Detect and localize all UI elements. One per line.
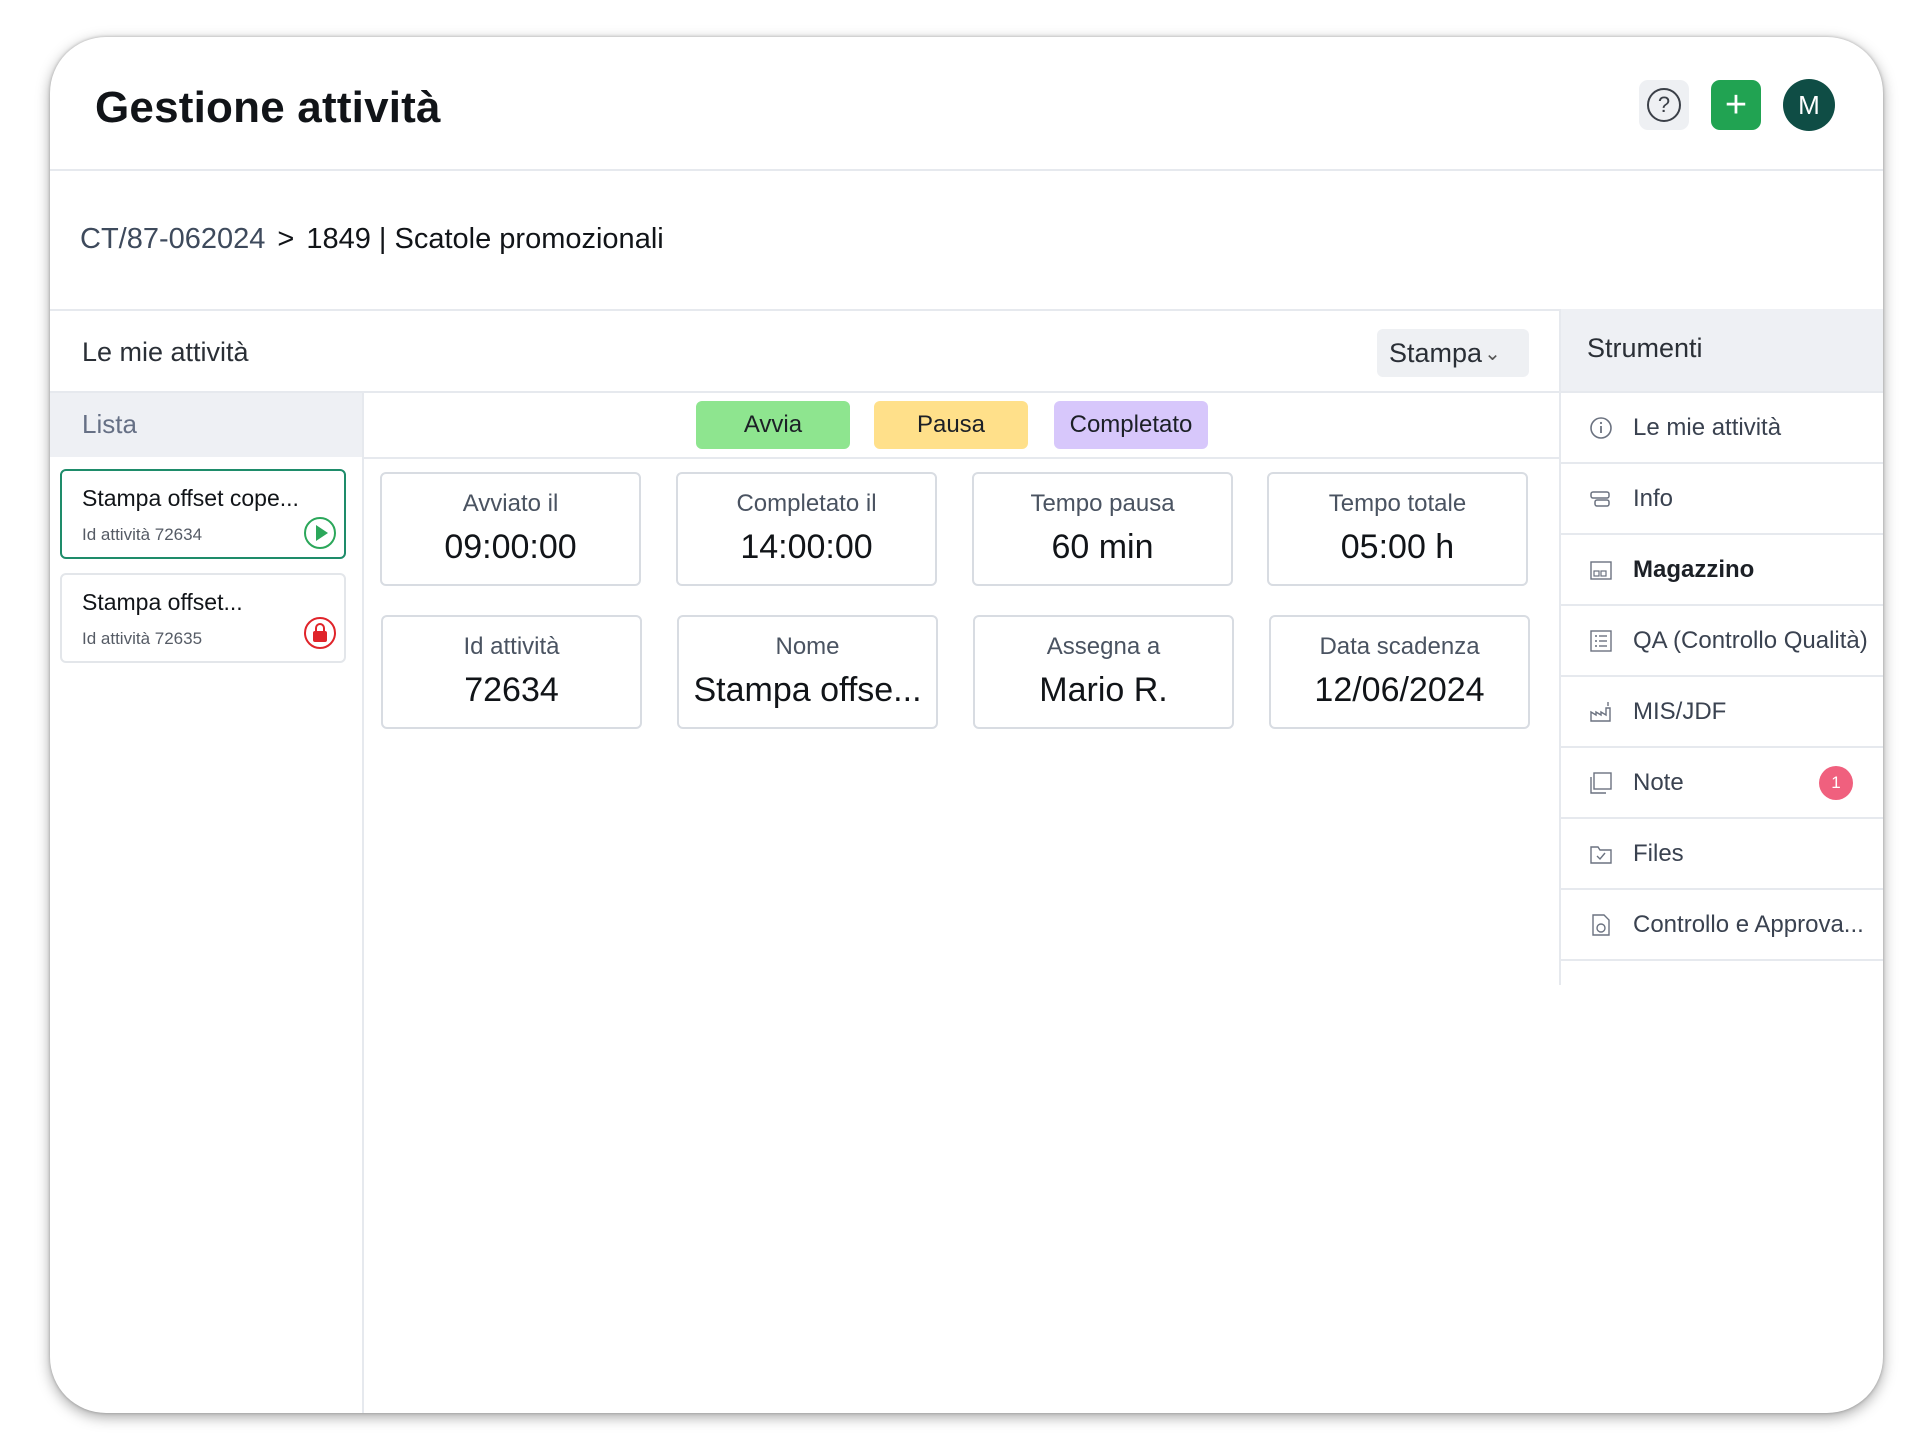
- tools-title: Strumenti: [1561, 309, 1883, 393]
- info-circle-icon: [1589, 416, 1613, 440]
- app-window: Gestione attività ? + M CT/87-062024 > 1…: [50, 37, 1883, 1413]
- task-list: Lista Stampa offset cope... Id attività …: [50, 393, 364, 1413]
- breadcrumb-separator: >: [277, 223, 295, 255]
- stat-value: 12/06/2024: [1314, 671, 1485, 709]
- stat-card-started: Avviato il 09:00:00: [380, 472, 641, 586]
- notes-count-badge: 1: [1819, 765, 1853, 800]
- stat-label: Id attività: [463, 633, 560, 660]
- stat-label: Completato il: [736, 490, 877, 517]
- breadcrumb: CT/87-062024 > 1849 | Scatole promoziona…: [80, 223, 664, 256]
- phase-select-value: Stampa: [1389, 337, 1483, 368]
- tool-label: Info: [1633, 484, 1674, 512]
- task-name: Stampa offset...: [82, 589, 243, 615]
- stat-card-due-date: Data scadenza 12/06/2024: [1269, 615, 1530, 729]
- task-item[interactable]: Stampa offset... Id attività 72635: [60, 573, 346, 663]
- stat-value: 09:00:00: [444, 528, 577, 566]
- avatar[interactable]: M: [1783, 79, 1835, 131]
- stat-label: Tempo totale: [1328, 490, 1467, 517]
- tool-my-tasks[interactable]: Le mie attività: [1561, 393, 1883, 464]
- note-icon: [1589, 771, 1613, 795]
- warehouse-icon: [1589, 558, 1613, 582]
- breadcrumb-current: 1849 | Scatole promozionali: [306, 223, 664, 255]
- app-title: Gestione attività: [95, 83, 441, 132]
- stat-card-assignee: Assegna a Mario R.: [973, 615, 1234, 729]
- tool-warehouse[interactable]: Magazzino: [1561, 535, 1883, 606]
- stat-card-completed: Completato il 14:00:00: [676, 472, 937, 586]
- checklist-icon: [1589, 629, 1613, 653]
- tool-label: MIS/JDF: [1633, 697, 1727, 725]
- help-icon: ?: [1647, 88, 1681, 122]
- info-icon: [1589, 487, 1613, 511]
- task-id: Id attività 72635: [82, 629, 203, 648]
- tool-info[interactable]: Info: [1561, 464, 1883, 535]
- stat-card-pause-time: Tempo pausa 60 min: [972, 472, 1233, 586]
- approval-icon: [1589, 913, 1613, 937]
- factory-icon: [1589, 700, 1613, 724]
- stat-label: Nome: [775, 633, 840, 660]
- tools-panel: Strumenti Le mie attività Info Magazzino…: [1559, 309, 1883, 985]
- tool-files[interactable]: Files: [1561, 819, 1883, 890]
- breadcrumb-parent[interactable]: CT/87-062024: [80, 223, 265, 256]
- start-button[interactable]: Avvia: [696, 401, 850, 449]
- list-header: Lista: [50, 393, 362, 457]
- add-button[interactable]: +: [1711, 80, 1761, 130]
- stat-value: Stampa offse...: [693, 671, 922, 709]
- tool-approval[interactable]: Controllo e Approva...: [1561, 890, 1883, 961]
- stat-card-task-id: Id attività 72634: [381, 615, 642, 729]
- status-bar: Avvia Pausa Completato: [364, 393, 1559, 459]
- stat-label: Tempo pausa: [1030, 490, 1175, 517]
- chevron-down-icon: ⌄: [1484, 342, 1501, 365]
- tool-label: Le mie attività: [1633, 413, 1782, 441]
- help-button[interactable]: ?: [1639, 80, 1689, 130]
- main-header: Le mie attività Stampa ⌄: [50, 311, 1559, 393]
- stat-label: Assegna a: [1046, 633, 1161, 660]
- main-title: Le mie attività: [82, 337, 249, 367]
- tool-label: Files: [1633, 839, 1684, 867]
- top-actions: ? + M: [1639, 79, 1835, 131]
- stat-value: 72634: [464, 671, 559, 709]
- top-bar: Gestione attività ? + M: [50, 37, 1883, 171]
- tool-label: QA (Controllo Qualità): [1633, 626, 1868, 654]
- task-item[interactable]: Stampa offset cope... Id attività 72634: [60, 469, 346, 559]
- stat-value: 14:00:00: [740, 528, 873, 566]
- stat-value: 05:00 h: [1340, 528, 1455, 566]
- stat-label: Data scadenza: [1319, 633, 1480, 660]
- tool-label: Note: [1633, 768, 1684, 796]
- task-id: Id attività 72634: [82, 525, 203, 544]
- phase-select[interactable]: Stampa ⌄: [1377, 329, 1529, 377]
- stat-card-name: Nome Stampa offse...: [677, 615, 938, 729]
- lock-icon: [304, 617, 336, 649]
- tool-label: Magazzino: [1633, 555, 1755, 583]
- tool-label: Controllo e Approva...: [1633, 910, 1864, 938]
- pause-button[interactable]: Pausa: [874, 401, 1028, 449]
- complete-button[interactable]: Completato: [1054, 401, 1208, 449]
- stat-card-total-time: Tempo totale 05:00 h: [1267, 472, 1528, 586]
- tool-notes[interactable]: Note 1: [1561, 748, 1883, 819]
- stat-label: Avviato il: [462, 490, 559, 517]
- task-name: Stampa offset cope...: [82, 485, 299, 511]
- stat-value: Mario R.: [1039, 671, 1168, 709]
- play-icon[interactable]: [304, 517, 336, 549]
- tool-quality-control[interactable]: QA (Controllo Qualità): [1561, 606, 1883, 677]
- stat-value: 60 min: [1051, 528, 1154, 566]
- tool-mis-jdf[interactable]: MIS/JDF: [1561, 677, 1883, 748]
- folder-check-icon: [1589, 842, 1613, 866]
